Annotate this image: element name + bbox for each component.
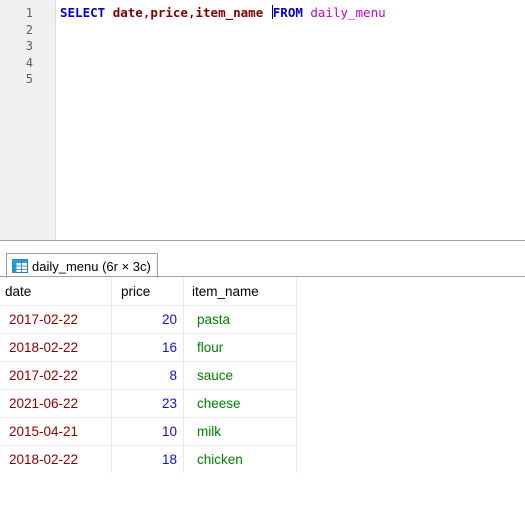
line-number: 1 xyxy=(25,6,33,20)
cell-date[interactable]: 2017-02-22 xyxy=(0,305,112,334)
sql-editor[interactable]: 1 2 3 4 5 SELECT date,price,item_name FR… xyxy=(0,0,525,240)
line-number: 4 xyxy=(25,55,33,70)
column-item-name: item_name xyxy=(195,5,264,20)
header-row: date price item_name xyxy=(0,278,297,306)
cell-date[interactable]: 2018-02-22 xyxy=(0,445,112,473)
cell-price[interactable]: 8 xyxy=(111,361,184,390)
sql-query-line[interactable]: SELECT date,price,item_name FROM daily_m… xyxy=(60,5,386,22)
results-tab-strip: daily_menu (6r × 3c) xyxy=(0,241,525,278)
tab-label: daily_menu (6r × 3c) xyxy=(32,258,151,274)
comma: , xyxy=(187,5,196,20)
column-date: date xyxy=(112,5,143,20)
cell-item-name[interactable]: sauce xyxy=(183,361,297,390)
table-row[interactable]: 2018-02-22 16 flour xyxy=(0,333,297,362)
cell-item-name[interactable]: flour xyxy=(183,333,297,362)
table-row[interactable]: 2021-06-22 23 cheese xyxy=(0,389,297,418)
table-row[interactable]: 2017-02-22 8 sauce xyxy=(0,361,297,390)
column-header-price[interactable]: price xyxy=(111,278,184,306)
cell-date[interactable]: 2017-02-22 xyxy=(0,361,112,390)
select-keyword: SELECT xyxy=(60,5,106,20)
cell-price[interactable]: 10 xyxy=(111,417,184,446)
column-price: price xyxy=(150,5,188,20)
cell-price[interactable]: 23 xyxy=(111,389,184,418)
tab-baseline xyxy=(0,276,525,277)
column-header-date[interactable]: date xyxy=(0,278,112,306)
cell-price[interactable]: 20 xyxy=(111,305,184,334)
table-row[interactable]: 2017-02-22 20 pasta xyxy=(0,305,297,334)
cell-item-name[interactable]: chicken xyxy=(183,445,297,473)
table-name: daily_menu xyxy=(310,5,386,20)
from-keyword: FROM xyxy=(272,5,303,20)
table-grid-icon xyxy=(12,259,28,273)
table-row[interactable]: 2018-02-22 18 chicken xyxy=(0,445,297,473)
line-number: 5 xyxy=(25,72,33,86)
cell-price[interactable]: 18 xyxy=(111,445,184,473)
cell-item-name[interactable]: pasta xyxy=(183,305,297,334)
line-number: 3 xyxy=(25,39,33,53)
code-area[interactable]: SELECT date,price,item_name FROM daily_m… xyxy=(56,0,525,240)
cell-date[interactable]: 2015-04-21 xyxy=(0,417,112,446)
line-number: 2 xyxy=(25,22,33,37)
result-tab-daily-menu[interactable]: daily_menu (6r × 3c) xyxy=(6,253,158,278)
cell-date[interactable]: 2018-02-22 xyxy=(0,333,112,362)
cell-price[interactable]: 16 xyxy=(111,333,184,362)
line-number-gutter: 1 2 3 4 5 xyxy=(0,0,56,240)
table-row[interactable]: 2015-04-21 10 milk xyxy=(0,417,297,446)
cell-date[interactable]: 2021-06-22 xyxy=(0,389,112,418)
column-header-item-name[interactable]: item_name xyxy=(183,278,297,306)
cell-item-name[interactable]: milk xyxy=(183,417,297,446)
results-grid[interactable]: date price item_name 2017-02-22 20 pasta… xyxy=(0,278,297,473)
cell-item-name[interactable]: cheese xyxy=(183,389,297,418)
